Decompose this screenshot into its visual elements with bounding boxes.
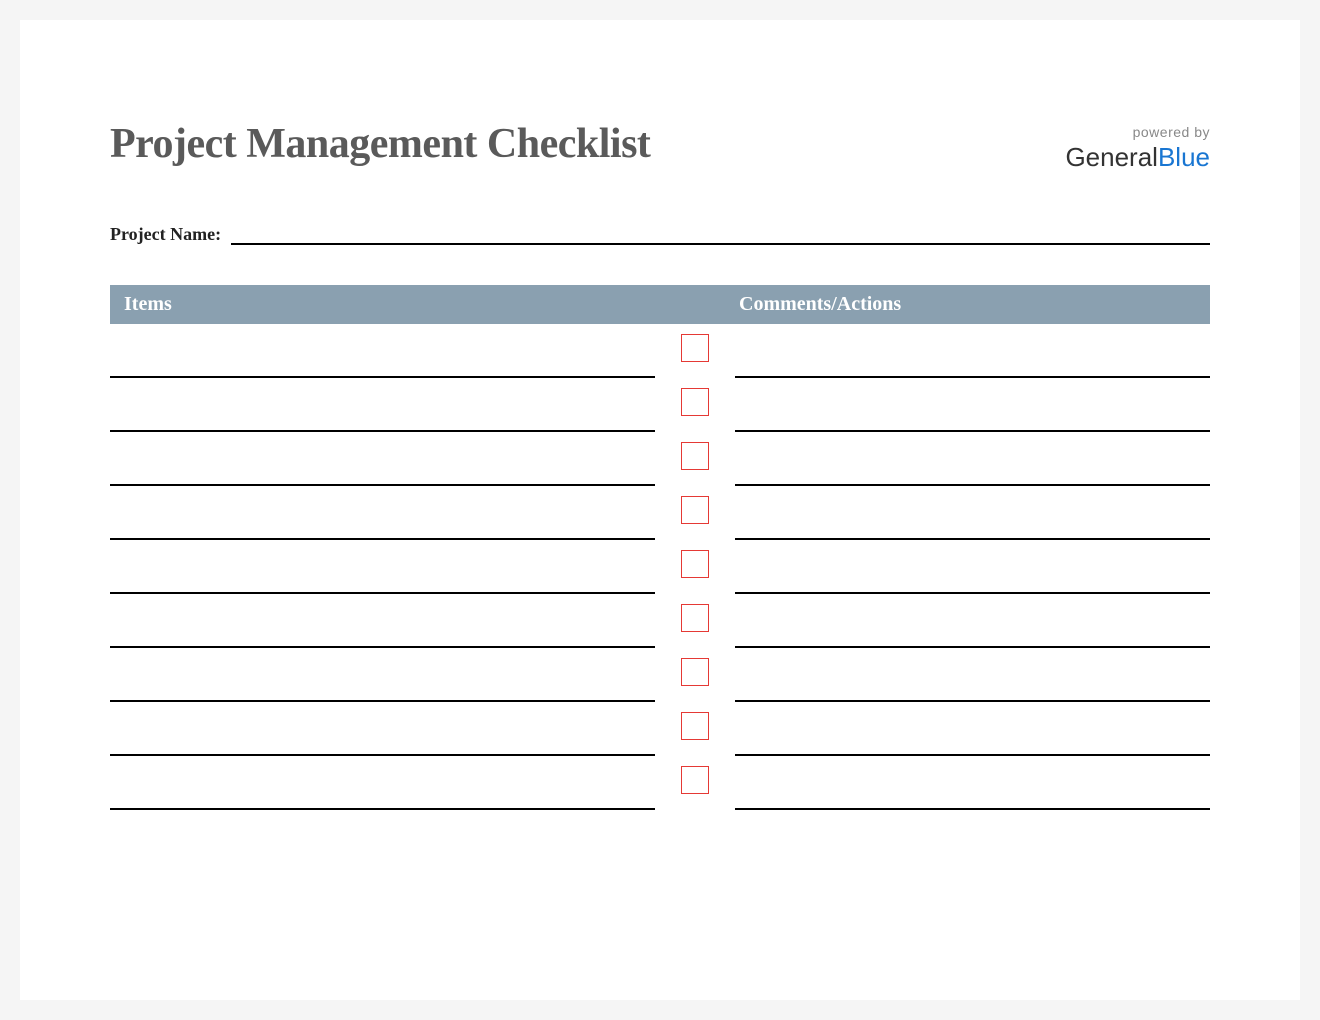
brand-blue-text: Blue (1158, 142, 1210, 172)
comment-input-line[interactable] (735, 324, 1210, 378)
checkbox-cell (655, 378, 735, 432)
item-input-line[interactable] (110, 486, 655, 540)
project-name-row: Project Name: (110, 223, 1210, 245)
brand-name: GeneralBlue (1065, 142, 1210, 173)
checkbox-cell (655, 432, 735, 486)
table-row (110, 702, 1210, 756)
comment-input-line[interactable] (735, 378, 1210, 432)
comment-input-line[interactable] (735, 648, 1210, 702)
column-header-comments: Comments/Actions (735, 293, 1210, 316)
column-header-checkbox (655, 293, 735, 316)
table-row (110, 540, 1210, 594)
checkbox[interactable] (681, 658, 709, 686)
checkbox[interactable] (681, 604, 709, 632)
checkbox[interactable] (681, 442, 709, 470)
checkbox-cell (655, 324, 735, 378)
checkbox-cell (655, 756, 735, 810)
checkbox[interactable] (681, 550, 709, 578)
table-row (110, 594, 1210, 648)
checkbox-cell (655, 702, 735, 756)
item-input-line[interactable] (110, 648, 655, 702)
checkbox-cell (655, 540, 735, 594)
checkbox[interactable] (681, 712, 709, 740)
item-input-line[interactable] (110, 594, 655, 648)
comment-input-line[interactable] (735, 594, 1210, 648)
brand-block: powered by GeneralBlue (1065, 120, 1210, 173)
rows-container (110, 324, 1210, 810)
project-name-input-line[interactable] (231, 223, 1210, 245)
item-input-line[interactable] (110, 702, 655, 756)
table-row (110, 486, 1210, 540)
powered-by-label: powered by (1065, 124, 1210, 140)
table-row (110, 324, 1210, 378)
checkbox-cell (655, 594, 735, 648)
table-header: Items Comments/Actions (110, 285, 1210, 324)
comment-input-line[interactable] (735, 756, 1210, 810)
header-row: Project Management Checklist powered by … (110, 120, 1210, 173)
checkbox[interactable] (681, 388, 709, 416)
page-title: Project Management Checklist (110, 120, 650, 168)
checkbox[interactable] (681, 766, 709, 794)
table-row (110, 432, 1210, 486)
item-input-line[interactable] (110, 540, 655, 594)
item-input-line[interactable] (110, 756, 655, 810)
table-row (110, 648, 1210, 702)
comment-input-line[interactable] (735, 432, 1210, 486)
checkbox[interactable] (681, 334, 709, 362)
document-page: Project Management Checklist powered by … (20, 20, 1300, 1000)
table-row (110, 756, 1210, 810)
project-name-label: Project Name: (110, 224, 231, 245)
comment-input-line[interactable] (735, 540, 1210, 594)
comment-input-line[interactable] (735, 486, 1210, 540)
checkbox[interactable] (681, 496, 709, 524)
brand-general-text: General (1065, 142, 1158, 172)
item-input-line[interactable] (110, 324, 655, 378)
item-input-line[interactable] (110, 432, 655, 486)
column-header-items: Items (110, 293, 655, 316)
checkbox-cell (655, 486, 735, 540)
comment-input-line[interactable] (735, 702, 1210, 756)
item-input-line[interactable] (110, 378, 655, 432)
checkbox-cell (655, 648, 735, 702)
table-row (110, 378, 1210, 432)
